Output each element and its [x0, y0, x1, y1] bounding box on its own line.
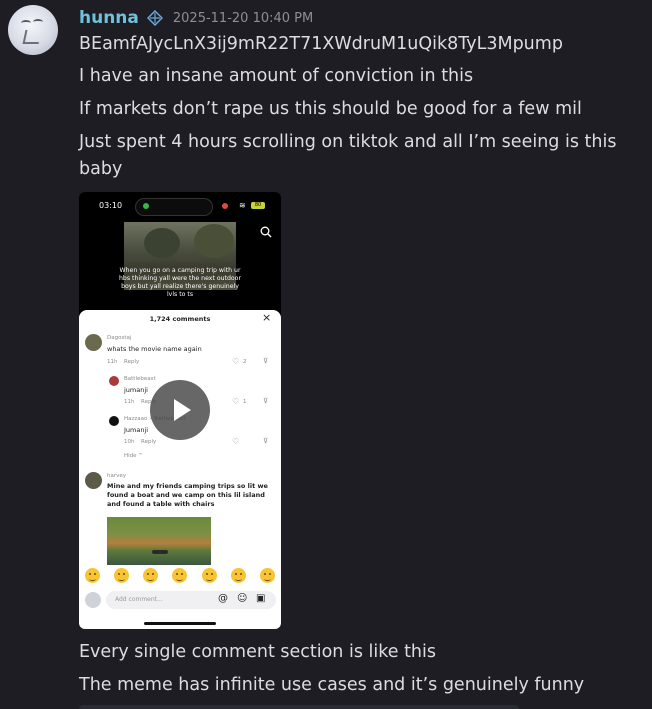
- message-header: hunna 2025-11-20 10:40 PM: [79, 6, 313, 30]
- user-avatar[interactable]: [8, 5, 58, 55]
- message-text: I have an insane amount of conviction in…: [79, 66, 474, 86]
- emoji-icon: [114, 568, 130, 583]
- message-text: BEamfAJycLnX3ij9mR22T71XWdruM1uQik8TyL3M…: [79, 34, 563, 54]
- comment-text: Mine and my friends camping trips so lit…: [107, 482, 268, 508]
- commenter-avatar: [85, 334, 102, 351]
- emoji-icon: [259, 568, 275, 583]
- tree-shape: [144, 228, 180, 258]
- comment-input: Add comment... @ ☺ ▣: [106, 591, 276, 609]
- comment-text: whats the movie name again: [107, 345, 202, 353]
- call-indicator-icon: [143, 203, 149, 209]
- wifi-icon: ≋: [239, 201, 246, 210]
- video-embed[interactable]: 03:10 ≋ 80 When you go on a camping trip…: [79, 192, 281, 629]
- emoji-icon: ☺: [237, 593, 248, 604]
- dislike-icon: ⊽: [263, 357, 269, 365]
- play-button[interactable]: [150, 380, 210, 440]
- like-count: 2: [243, 359, 247, 365]
- comment-text: Jumanji: [124, 426, 149, 434]
- emoji-icon: [85, 568, 100, 583]
- dislike-icon: ⊽: [263, 397, 269, 405]
- avatar-sketch: [33, 19, 43, 25]
- dislike-icon: ⊽: [263, 437, 269, 445]
- mention-icon: @: [218, 593, 228, 604]
- comments-count: 1,724 comments: [149, 315, 211, 323]
- avatar-sketch: [21, 20, 31, 26]
- reply-link: Reply: [124, 359, 140, 365]
- phone-status-bar: 03:10 ≋ 80: [79, 192, 281, 220]
- emoji-icon: [172, 568, 188, 583]
- message-text: If markets don’t rape us this should be …: [79, 99, 582, 119]
- embed-preview-edge: [79, 705, 519, 709]
- message-text: Just spent 4 hours scrolling on tiktok a…: [79, 132, 617, 179]
- like-count: 1: [243, 399, 247, 405]
- comment-photo: [107, 517, 211, 565]
- dynamic-island: [135, 198, 213, 216]
- tree-shape: [194, 224, 234, 258]
- message-text: The meme has infinite use cases and it’s…: [79, 675, 585, 695]
- heart-icon: ♡: [232, 437, 240, 446]
- comment-user: Dagostaj: [107, 335, 132, 341]
- comment-age: 10h: [124, 439, 135, 445]
- commenter-avatar: [109, 376, 119, 386]
- commenter-avatar: [85, 472, 102, 489]
- comment-input-bar: Add comment... @ ☺ ▣: [85, 591, 276, 609]
- reply-link: Reply: [141, 439, 157, 445]
- comment-placeholder: Add comment...: [115, 596, 163, 603]
- comment-user: Battlebeast: [124, 376, 156, 382]
- emoji-icon: [201, 568, 217, 583]
- comment-age: 11h: [107, 359, 118, 365]
- heart-icon: ♡: [232, 397, 240, 406]
- status-time: 03:10: [99, 201, 123, 210]
- username[interactable]: hunna: [79, 8, 139, 28]
- battery-icon: 80: [251, 202, 265, 209]
- avatar-sketch: [22, 30, 42, 44]
- image-icon: ▣: [256, 593, 266, 604]
- comment-user: harvey: [107, 473, 127, 479]
- diamond-badge-icon[interactable]: [146, 10, 163, 26]
- emoji-bar: [85, 568, 275, 583]
- message-text: Every single comment section is like thi…: [79, 642, 436, 662]
- video-caption: When you go on a camping trip with ur hb…: [118, 267, 242, 298]
- emoji-icon: [230, 568, 246, 583]
- home-indicator: [144, 622, 216, 625]
- comment-text: jumanji: [124, 386, 148, 394]
- hide-replies: Hide ^: [124, 453, 143, 459]
- avatar: [85, 592, 101, 608]
- heart-icon: ♡: [232, 357, 240, 366]
- commenter-avatar: [109, 416, 119, 426]
- boat-shape: [152, 550, 168, 554]
- comments-sheet: 1,724 comments × Dagostaj whats the movi…: [79, 310, 281, 629]
- record-indicator-icon: [222, 203, 228, 209]
- emoji-icon: [143, 568, 159, 583]
- comment-age: 11h: [124, 399, 135, 405]
- timestamp: 2025-11-20 10:40 PM: [172, 10, 314, 26]
- close-icon: ×: [262, 311, 272, 324]
- search-icon: [260, 226, 272, 238]
